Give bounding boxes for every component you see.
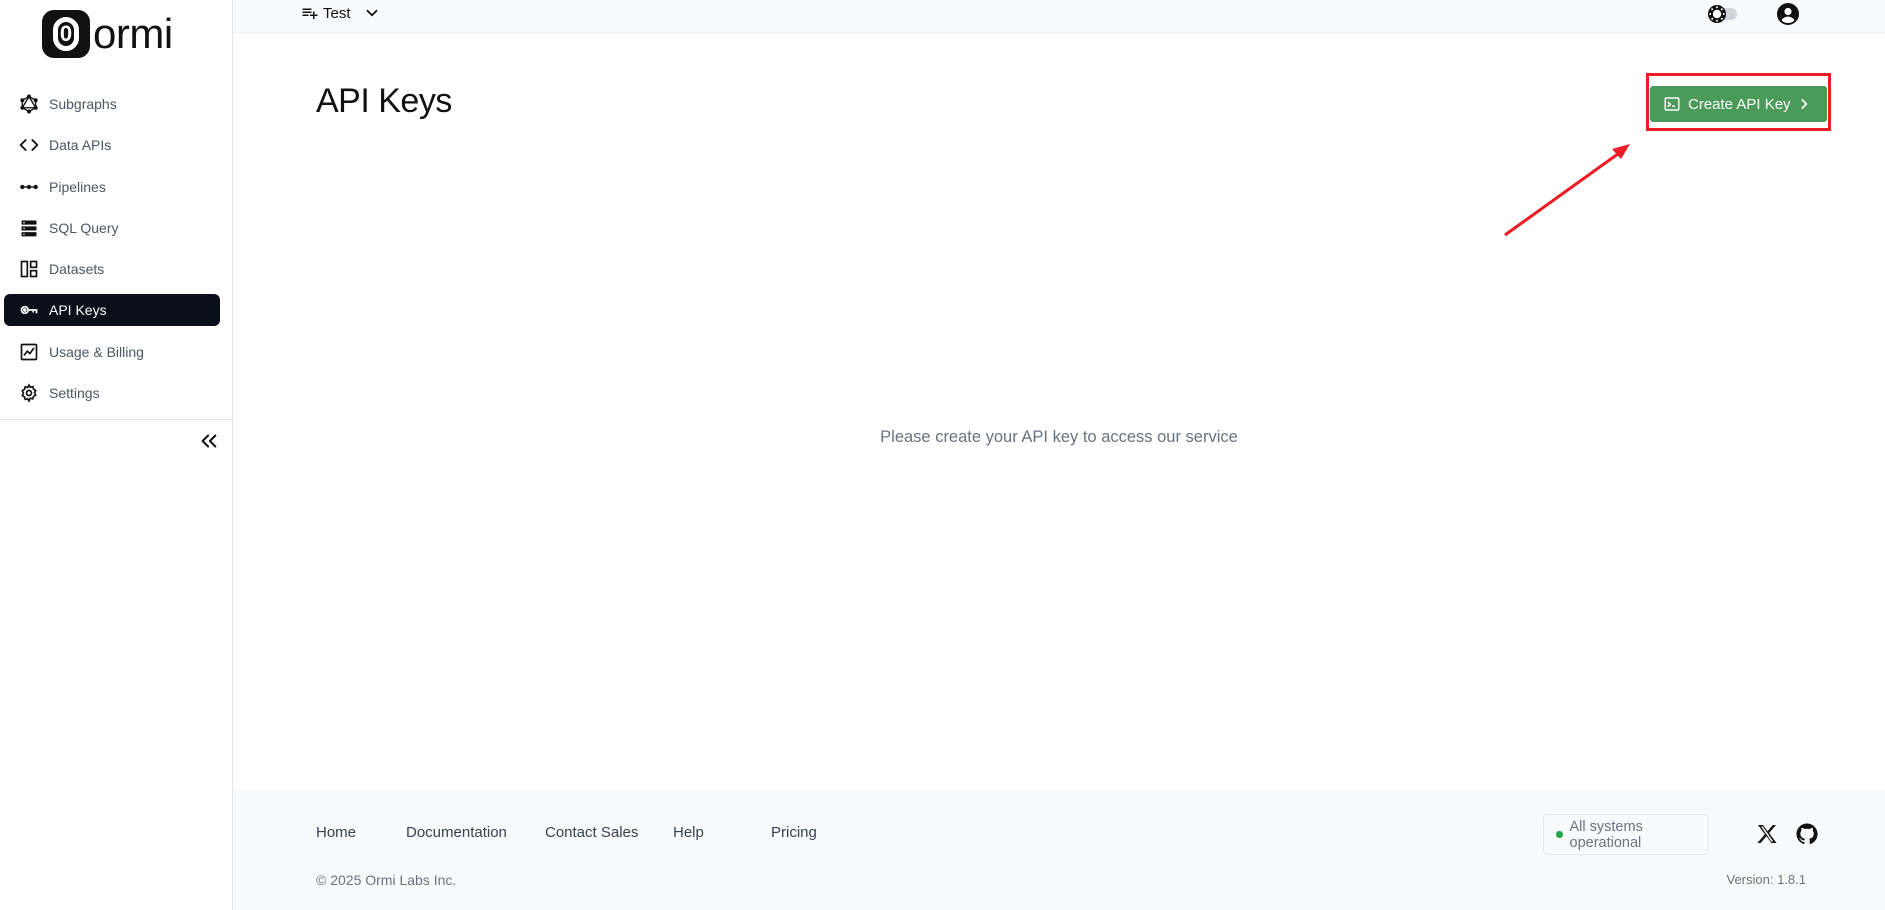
- sidebar-item-label: SQL Query: [49, 219, 119, 236]
- sidebar-item-label: Subgraphs: [49, 96, 117, 112]
- ormi-logo[interactable]: 0 ormi: [42, 10, 173, 58]
- sidebar-item-label: Data APIs: [49, 137, 112, 154]
- sidebar-item-label: API Keys: [49, 302, 107, 319]
- key-icon: [20, 306, 38, 315]
- status-text: All systems operational: [1569, 818, 1643, 851]
- copyright: © 2025 Ormi Labs Inc.: [316, 872, 457, 888]
- sidebar-nav: Subgraphs Data APIs Pipelines SQL Query: [4, 88, 220, 418]
- double-chevron-left-icon[interactable]: [198, 430, 220, 452]
- footer-link-documentation[interactable]: Documentation: [406, 824, 545, 841]
- version-label: Version: 1.8.1: [1726, 872, 1807, 887]
- database-stack-icon: [21, 220, 37, 237]
- sidebar-item-usage-billing[interactable]: Usage & Billing: [4, 336, 220, 368]
- system-status-badge[interactable]: All systems operational: [1543, 814, 1709, 855]
- github-icon[interactable]: [1795, 822, 1819, 846]
- sidebar-item-api-keys[interactable]: API Keys: [4, 294, 220, 327]
- footer-links: Home Documentation Contact Sales Help Pr…: [316, 824, 817, 841]
- sidebar: 0 ormi Subgraphs Data APIs Pipelines SQL…: [0, 0, 233, 910]
- create-api-key-button[interactable]: Create API Key: [1650, 86, 1827, 122]
- sidebar-item-pipelines[interactable]: Pipelines: [4, 171, 220, 203]
- sidebar-item-label: Usage & Billing: [49, 343, 144, 360]
- x-twitter-icon[interactable]: [1755, 822, 1779, 846]
- logo-letter: 0: [53, 17, 79, 51]
- sidebar-item-label: Datasets: [49, 261, 105, 278]
- dashboard-grid-icon: [20, 260, 38, 278]
- playlist-add-icon: [302, 8, 318, 19]
- project-switcher[interactable]: Test: [301, 4, 381, 22]
- footer: Home Documentation Contact Sales Help Pr…: [233, 791, 1885, 910]
- topbar: Test: [233, 0, 1885, 33]
- graphql-icon: [20, 94, 38, 114]
- sidebar-divider: [0, 419, 232, 420]
- footer-link-contact-sales[interactable]: Contact Sales: [545, 824, 673, 841]
- empty-state-message: Please create your API key to access our…: [880, 428, 1238, 446]
- logo-wordmark: ormi: [93, 10, 173, 57]
- pipeline-dots-icon: [20, 184, 38, 189]
- theme-toggle-icon[interactable]: [1706, 3, 1738, 25]
- account-circle-icon[interactable]: [1776, 2, 1800, 26]
- annotation-arrow: [1504, 144, 1630, 237]
- sidebar-item-settings[interactable]: Settings: [4, 377, 220, 409]
- project-name: Test: [323, 4, 351, 22]
- sidebar-item-label: Settings: [49, 385, 100, 402]
- footer-link-home[interactable]: Home: [316, 824, 406, 841]
- chevron-right-icon: [1800, 99, 1807, 109]
- create-api-key-label: Create API Key: [1688, 95, 1791, 113]
- logo-badge: 0: [42, 10, 90, 58]
- chevron-down-icon: [366, 9, 377, 17]
- status-dot-icon: [1556, 831, 1563, 838]
- sidebar-item-sql-query[interactable]: SQL Query: [4, 212, 220, 244]
- sidebar-item-label: Pipelines: [49, 178, 106, 195]
- sidebar-item-datasets[interactable]: Datasets: [4, 253, 220, 285]
- chart-line-icon: [20, 343, 38, 361]
- code-brackets-icon: [19, 139, 39, 152]
- terminal-icon: [1664, 97, 1680, 111]
- footer-link-help[interactable]: Help: [673, 824, 771, 841]
- sidebar-item-subgraphs[interactable]: Subgraphs: [4, 88, 220, 120]
- page-title: API Keys: [316, 82, 452, 120]
- sidebar-item-data-apis[interactable]: Data APIs: [4, 129, 220, 161]
- footer-link-pricing[interactable]: Pricing: [771, 824, 817, 841]
- gear-icon: [21, 383, 37, 403]
